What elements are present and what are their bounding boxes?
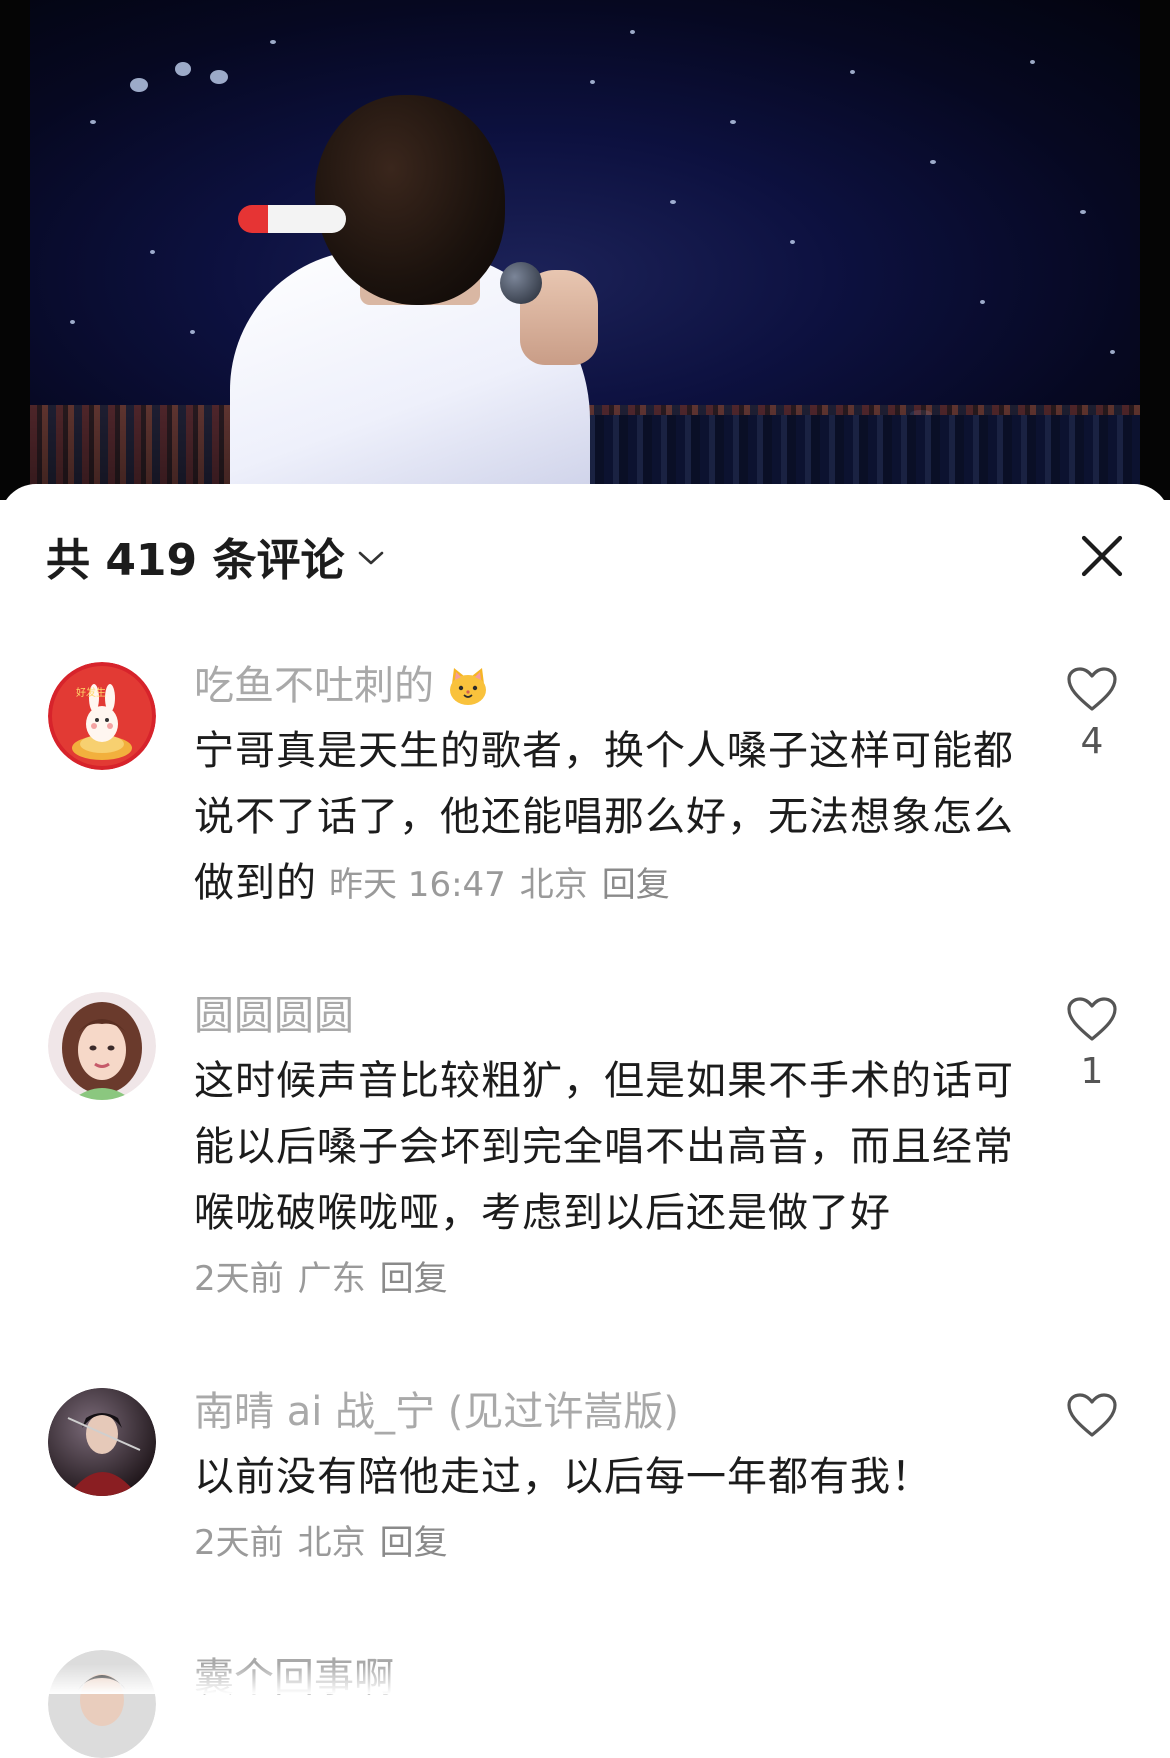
comment-meta: 昨天 16:47 北京 回复 [329, 865, 670, 905]
avatar[interactable]: 好发生 [48, 662, 156, 770]
avatar[interactable] [48, 1388, 156, 1496]
comment-username[interactable]: 吃鱼不吐刺的 [194, 658, 1014, 714]
like-control[interactable]: 4 [1066, 666, 1118, 762]
comment-meta: 2天前 北京 回复 [194, 1510, 1014, 1576]
comment-location: 北京 [519, 865, 588, 905]
comment-count-header[interactable]: 共 419 条评论 [46, 524, 384, 588]
comment-content: 以前没有陪他走过，以后每一年都有我！ [194, 1454, 932, 1500]
heart-icon[interactable] [1066, 666, 1118, 712]
concert-stage-image [30, 0, 1140, 500]
comment-time: 昨天 16:47 [329, 865, 506, 905]
close-icon[interactable] [1078, 532, 1126, 580]
comment-time: 2天前 [194, 1523, 284, 1563]
reply-button[interactable]: 回复 [380, 1259, 448, 1299]
comment-text: 宁哥真是天生的歌者，换个人嗓子这样可能都说不了话了，他还能唱那么好，无法想象怎么… [194, 718, 1014, 918]
comment-username[interactable]: 南晴 ai 战_宁 (见过许嵩版) [194, 1384, 1014, 1440]
cat-face-icon [450, 668, 486, 705]
comment-username[interactable]: 圆圆圆圆 [194, 988, 1014, 1044]
swordsman-avatar-icon [48, 1388, 156, 1496]
username-text: 南晴 ai 战_宁 (见过许嵩版) [194, 1389, 679, 1435]
heart-icon[interactable] [1066, 996, 1118, 1042]
girl-avatar-icon [48, 992, 156, 1100]
username-text: 圆圆圆圆 [194, 993, 354, 1039]
comment-count-title: 共 419 条评论 [46, 535, 345, 586]
svg-text:好发生: 好发生 [76, 686, 106, 699]
comment-location: 广东 [297, 1259, 366, 1299]
video-frame[interactable] [0, 0, 1170, 500]
chevron-down-icon [359, 551, 384, 565]
comment-meta: 2天前 广东 回复 [194, 1246, 1014, 1312]
reply-button[interactable]: 回复 [380, 1523, 448, 1563]
comment-sheet: 共 419 条评论 好发生 吃鱼不吐刺的 宁哥真是天生的歌者，换个人嗓子这样可能… [0, 484, 1170, 1758]
rabbit-avatar-icon: 好发生 [48, 662, 156, 770]
microphone [500, 262, 542, 304]
like-control[interactable]: 1 [1066, 996, 1118, 1092]
username-text: 吃鱼不吐刺的 [194, 663, 434, 709]
like-count: 1 [1080, 1051, 1104, 1092]
comment-location: 北京 [297, 1523, 366, 1563]
heart-icon[interactable] [1066, 1392, 1118, 1438]
like-count: 4 [1080, 721, 1104, 762]
avatar[interactable] [48, 992, 156, 1100]
like-control[interactable] [1066, 1392, 1118, 1438]
comment-time: 2天前 [194, 1259, 284, 1299]
stage-sign [238, 205, 346, 233]
reply-button[interactable]: 回复 [602, 865, 670, 905]
bottom-fade [0, 1664, 1170, 1694]
comment-content: 这时候声音比较粗犷，但是如果不手术的话可能以后嗓子会坏到完全唱不出高音，而且经常… [194, 1058, 1014, 1236]
